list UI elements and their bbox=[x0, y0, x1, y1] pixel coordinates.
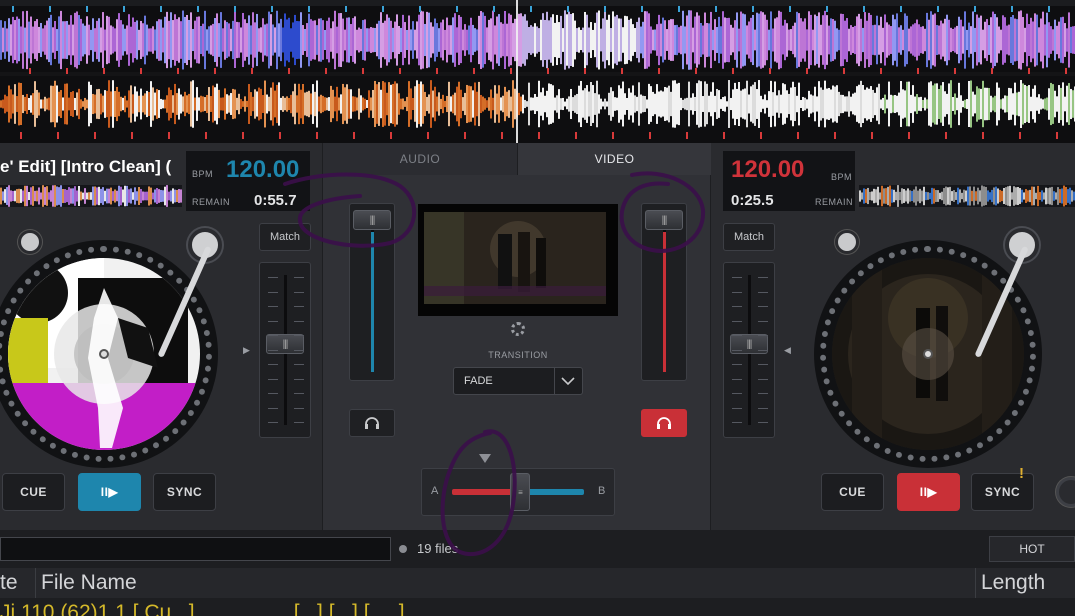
volume-fader-left[interactable]: ||| bbox=[349, 203, 395, 381]
pitch-slider-handle[interactable]: ||| bbox=[266, 334, 304, 354]
transition-select[interactable]: FADE bbox=[453, 367, 583, 395]
deck-left: e' Edit] [Intro Clean] ( BPM 120.00 REMA… bbox=[0, 143, 322, 530]
record-artwork bbox=[832, 258, 1024, 450]
tab-audio[interactable]: AUDIO bbox=[323, 143, 517, 175]
file-count-dot-icon bbox=[399, 545, 407, 553]
crossfader-indicator-icon bbox=[479, 454, 491, 463]
cue-button[interactable]: CUE bbox=[2, 473, 65, 511]
loop-knob-icon[interactable] bbox=[18, 230, 42, 254]
remain-label: REMAIN bbox=[815, 197, 854, 207]
play-pause-button[interactable]: II▶ bbox=[897, 473, 960, 511]
sync-button[interactable]: SYNC bbox=[153, 473, 216, 511]
play-pause-button[interactable]: II▶ bbox=[78, 473, 141, 511]
sync-button[interactable]: SYNC bbox=[971, 473, 1034, 511]
bpm-label: BPM bbox=[192, 169, 214, 179]
bpm-display: BPM 120.00 REMAIN 0:55.7 bbox=[186, 151, 310, 211]
jog-wheel[interactable] bbox=[814, 240, 1042, 468]
tab-video[interactable]: VIDEO bbox=[517, 143, 711, 175]
bpm-value: 120.00 bbox=[731, 156, 805, 183]
table-row[interactable]: Ji 110 (62)1 1 [ Cu...] ... ... ... ... … bbox=[0, 598, 1075, 616]
waveform-overview[interactable] bbox=[0, 0, 1075, 143]
match-button[interactable]: Match bbox=[723, 223, 775, 251]
crossfader-label-b: B bbox=[598, 485, 606, 497]
pitch-slider-handle[interactable]: ||| bbox=[730, 334, 768, 354]
deck-right: 120.00 BPM 0:25.5 REMAIN Match ||| ◀ CUE… bbox=[711, 143, 1075, 530]
headphone-icon bbox=[657, 417, 671, 429]
record-artwork bbox=[8, 258, 200, 450]
spindle bbox=[923, 349, 933, 359]
crossfader-label-a: A bbox=[431, 485, 439, 497]
track-title: e' Edit] [Intro Clean] ( bbox=[0, 157, 172, 176]
pitch-arrow-icon: ◀ bbox=[784, 345, 791, 355]
pitch-arrow-icon: ▶ bbox=[243, 345, 250, 355]
column-header-file-name[interactable]: File Name bbox=[36, 568, 976, 598]
bpm-value: 120.00 bbox=[226, 156, 300, 183]
search-input[interactable] bbox=[0, 537, 391, 561]
mixer-panel: AUDIO VIDEO ||| ||| TRANSITION FADE A B … bbox=[322, 143, 711, 530]
remain-value: 0:25.5 bbox=[731, 192, 774, 209]
remain-label: REMAIN bbox=[192, 197, 231, 207]
crossfader[interactable]: A B ≡ bbox=[421, 468, 615, 516]
jog-wheel[interactable] bbox=[0, 240, 218, 468]
cue-button[interactable]: CUE bbox=[821, 473, 884, 511]
column-header-date[interactable]: te bbox=[0, 568, 36, 598]
volume-fader-left-handle[interactable]: ||| bbox=[353, 210, 391, 230]
crossfader-handle[interactable]: ≡ bbox=[510, 473, 530, 511]
waveform-canvas[interactable] bbox=[0, 0, 1075, 143]
file-count: 19 files bbox=[417, 541, 459, 556]
spindle bbox=[99, 349, 109, 359]
video-settings-gear-icon[interactable] bbox=[511, 322, 525, 336]
volume-fader-right[interactable]: ||| bbox=[641, 203, 687, 381]
mini-waveform[interactable] bbox=[859, 185, 1075, 207]
headphone-icon bbox=[365, 417, 379, 429]
column-header-length[interactable]: Length bbox=[976, 568, 1075, 598]
file-browser: 19 files HOT te File Name Length Ji 110 … bbox=[0, 530, 1075, 616]
sync-warning-icon: ! bbox=[1019, 465, 1024, 482]
pitch-slider[interactable]: ||| bbox=[259, 262, 311, 438]
headphone-right-button[interactable] bbox=[641, 409, 687, 437]
remain-value: 0:55.7 bbox=[254, 192, 297, 209]
bpm-label: BPM bbox=[831, 172, 853, 182]
bpm-display: 120.00 BPM 0:25.5 REMAIN bbox=[723, 151, 855, 211]
pitch-slider[interactable]: ||| bbox=[723, 262, 775, 438]
mini-waveform[interactable] bbox=[0, 185, 182, 207]
hot-button[interactable]: HOT bbox=[989, 536, 1075, 562]
transition-value: FADE bbox=[464, 375, 493, 387]
loop-knob-icon[interactable] bbox=[835, 230, 859, 254]
chevron-down-glyph bbox=[561, 377, 575, 386]
volume-fader-right-handle[interactable]: ||| bbox=[645, 210, 683, 230]
match-button[interactable]: Match bbox=[259, 223, 311, 251]
headphone-left-button[interactable] bbox=[349, 409, 395, 437]
transition-label: TRANSITION bbox=[488, 350, 548, 360]
side-panel-toggle-icon[interactable] bbox=[1056, 477, 1075, 507]
video-preview[interactable] bbox=[418, 204, 618, 316]
